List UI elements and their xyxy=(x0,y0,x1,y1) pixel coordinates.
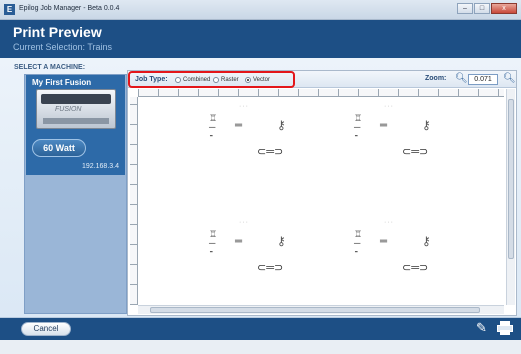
page-title: Print Preview xyxy=(13,24,102,40)
window-controls: – □ x xyxy=(456,3,517,14)
design-tile: ··· ♖ ─ ⁃ ═ ⚷ ⊂═⊃ xyxy=(324,216,474,305)
radio-selected-icon xyxy=(245,77,251,83)
design-glyph: ⚷ xyxy=(277,234,286,248)
ruler-horizontal xyxy=(138,89,504,97)
design-glyph: ═ xyxy=(380,120,388,131)
preview-canvas[interactable]: ··· ♖ ─ ⁃ ═ ⚷ ⊂═⊃ ··· ♖ ─ ⁃ ═ ⚷ ⊂═⊃ ··· ♖ ─ ⁃ … xyxy=(139,98,504,305)
zoom-input[interactable]: 0.071 xyxy=(468,74,498,85)
job-type-label: Job Type: xyxy=(135,76,168,83)
machine-list: My First Fusion FUSION 60 Watt 192.168.3… xyxy=(24,74,127,314)
design-glyph: ⊂═⊃ xyxy=(402,146,429,158)
tile-dots: ··· xyxy=(239,219,249,226)
design-glyph: ♖ ─ ⁃ xyxy=(354,229,363,257)
design-glyph: ♖ ─ ⁃ xyxy=(209,229,218,257)
laser-base xyxy=(43,118,109,124)
printer-icon[interactable] xyxy=(497,321,513,335)
printer-paper xyxy=(500,330,510,335)
minimize-button[interactable]: – xyxy=(457,3,473,14)
job-type-raster[interactable]: Raster xyxy=(213,77,239,83)
zoom-out-icon[interactable]: 🔍︎ xyxy=(455,73,468,84)
design-glyph: ⊂═⊃ xyxy=(402,262,429,274)
footer-bar: Cancel ✎ xyxy=(0,318,521,340)
job-type-vector[interactable]: Vector xyxy=(245,77,270,83)
machine-card[interactable]: My First Fusion FUSION 60 Watt 192.168.3… xyxy=(26,75,125,175)
close-button[interactable]: x xyxy=(491,3,517,14)
laser-machine-image: FUSION xyxy=(36,89,116,129)
machine-name: My First Fusion xyxy=(32,78,92,87)
laser-lid xyxy=(41,94,111,104)
window-title: Epilog Job Manager - Beta 0.0.4 xyxy=(19,5,120,12)
design-glyph: ═ xyxy=(380,236,388,247)
page-header: Print Preview Current Selection: Trains xyxy=(0,20,521,58)
design-glyph: ═ xyxy=(235,120,243,131)
main-area: SELECT A MACHINE: My First Fusion FUSION… xyxy=(0,58,521,318)
tile-dots: ··· xyxy=(384,103,394,110)
design-glyph: ⊂═⊃ xyxy=(257,262,284,274)
machine-ip: 192.168.3.4 xyxy=(82,163,119,170)
design-glyph: ⊂═⊃ xyxy=(257,146,284,158)
bottom-strip xyxy=(0,340,521,354)
power-badge: 60 Watt xyxy=(32,139,86,157)
preview-toolbar: Job Type: Combined Raster Vector Zoom: 🔍… xyxy=(128,71,516,88)
radio-label: Vector xyxy=(253,77,271,83)
radio-label: Raster xyxy=(221,77,239,83)
zoom-label: Zoom: xyxy=(425,75,447,82)
machine-logo: FUSION xyxy=(55,106,82,113)
pencil-icon[interactable]: ✎ xyxy=(476,320,487,336)
tile-dots: ··· xyxy=(384,219,394,226)
app-icon: E xyxy=(4,4,15,15)
design-tile: ··· ♖ ─ ⁃ ═ ⚷ ⊂═⊃ xyxy=(179,216,329,305)
design-glyph: ⚷ xyxy=(422,118,431,132)
design-glyph: ⚷ xyxy=(277,118,286,132)
job-type-combined[interactable]: Combined xyxy=(175,77,210,83)
radio-icon xyxy=(175,77,181,83)
design-tile: ··· ♖ ─ ⁃ ═ ⚷ ⊂═⊃ xyxy=(179,100,329,190)
design-glyph: ♖ ─ ⁃ xyxy=(354,113,363,141)
window-titlebar: E Epilog Job Manager - Beta 0.0.4 – □ x xyxy=(0,0,521,20)
preview-pane: Job Type: Combined Raster Vector Zoom: 🔍… xyxy=(127,70,517,316)
maximize-button[interactable]: □ xyxy=(474,3,490,14)
cancel-button[interactable]: Cancel xyxy=(21,322,71,336)
scroll-thumb[interactable] xyxy=(508,99,514,259)
tile-dots: ··· xyxy=(239,103,249,110)
machine-heading: SELECT A MACHINE: xyxy=(14,64,86,71)
radio-label: Combined xyxy=(183,77,211,83)
job-type-group: Job Type: Combined Raster Vector xyxy=(128,71,295,88)
horizontal-scrollbar[interactable] xyxy=(138,305,504,314)
design-glyph: ⚷ xyxy=(422,234,431,248)
ruler-vertical xyxy=(130,97,138,305)
design-glyph: ═ xyxy=(235,236,243,247)
radio-icon xyxy=(213,77,219,83)
design-tile: ··· ♖ ─ ⁃ ═ ⚷ ⊂═⊃ xyxy=(324,100,474,190)
zoom-in-icon[interactable]: 🔍︎ xyxy=(503,73,516,84)
current-selection: Current Selection: Trains xyxy=(13,42,113,52)
design-glyph: ♖ ─ ⁃ xyxy=(209,113,218,141)
vertical-scrollbar[interactable] xyxy=(506,89,515,305)
scroll-thumb[interactable] xyxy=(150,307,480,313)
